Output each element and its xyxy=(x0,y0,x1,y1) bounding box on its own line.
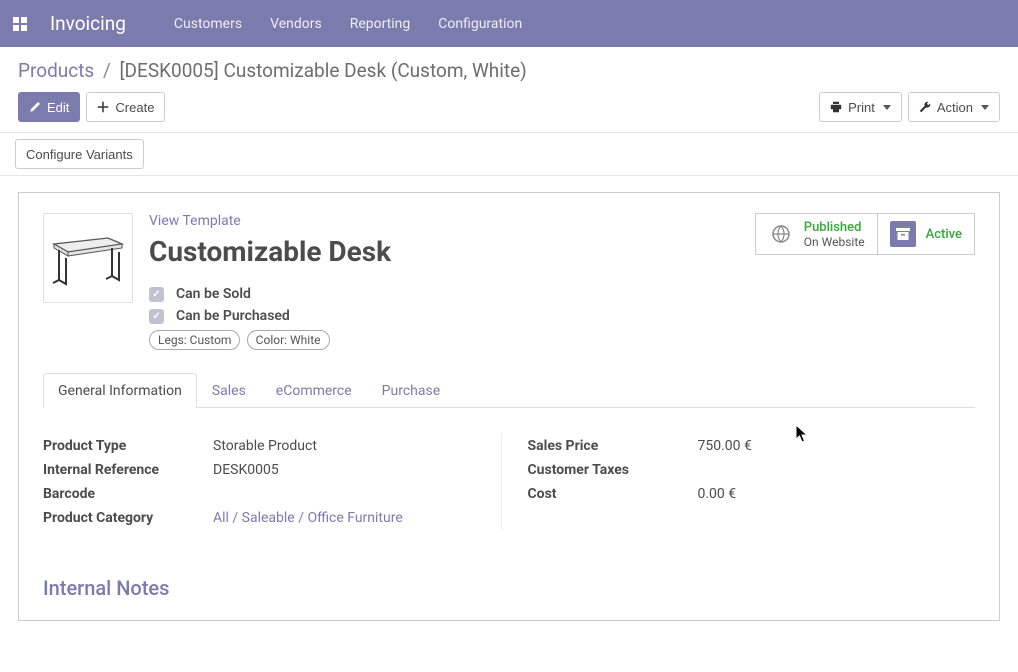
plus-icon xyxy=(97,101,109,113)
barcode-value xyxy=(213,482,491,506)
chevron-down-icon xyxy=(981,105,989,110)
category-value-link[interactable]: All / Saleable / Office Furniture xyxy=(213,510,403,526)
sales-price-label: Sales Price xyxy=(528,434,698,458)
tab-general-information[interactable]: General Information xyxy=(43,373,197,408)
checkbox-purchased[interactable]: ✓ xyxy=(149,309,164,324)
breadcrumb: Products / [DESK0005] Customizable Desk … xyxy=(18,59,1000,82)
archive-icon xyxy=(890,221,916,247)
form-sheet: View Template Customizable Desk ✓ Can be… xyxy=(18,192,1000,621)
product-tabs: General Information Sales eCommerce Purc… xyxy=(43,372,975,408)
pencil-icon xyxy=(29,101,41,113)
cost-label: Cost xyxy=(528,482,698,506)
customer-taxes-label: Customer Taxes xyxy=(528,458,698,482)
product-type-value: Storable Product xyxy=(213,434,491,458)
sales-price-value: 750.00 € xyxy=(698,434,976,458)
chevron-down-icon xyxy=(883,105,891,110)
print-label: Print xyxy=(848,100,875,115)
configure-bar: Configure Variants xyxy=(0,133,1018,176)
apps-icon[interactable] xyxy=(10,14,30,34)
breadcrumb-sep: / xyxy=(103,59,111,82)
customer-taxes-value xyxy=(698,458,976,482)
status-published-button[interactable]: Published On Website xyxy=(755,213,878,255)
breadcrumb-current: [DESK0005] Customizable Desk (Custom, Wh… xyxy=(120,59,527,82)
top-navbar: Invoicing Customers Vendors Reporting Co… xyxy=(0,0,1018,47)
cost-value: 0.00 € xyxy=(698,482,976,506)
form-viewport[interactable]: View Template Customizable Desk ✓ Can be… xyxy=(0,176,1018,672)
edit-button[interactable]: Edit xyxy=(18,92,80,122)
globe-icon xyxy=(768,221,794,247)
nav-vendors[interactable]: Vendors xyxy=(270,16,322,32)
wrench-icon xyxy=(919,101,931,113)
desk-thumbnail-icon xyxy=(48,228,128,288)
category-label: Product Category xyxy=(43,506,213,530)
variant-tag-color: Color: White xyxy=(247,330,330,350)
barcode-label: Barcode xyxy=(43,482,213,506)
tab-sales[interactable]: Sales xyxy=(197,373,261,408)
internal-ref-label: Internal Reference xyxy=(43,458,213,482)
published-label: Published xyxy=(804,220,865,235)
breadcrumb-products[interactable]: Products xyxy=(18,59,94,82)
action-label: Action xyxy=(937,100,973,115)
configure-variants-label: Configure Variants xyxy=(26,147,133,162)
configure-variants-button[interactable]: Configure Variants xyxy=(15,139,144,169)
nav-reporting[interactable]: Reporting xyxy=(350,16,411,32)
internal-notes-heading: Internal Notes xyxy=(43,576,975,600)
nav-customers[interactable]: Customers xyxy=(174,16,242,32)
app-brand[interactable]: Invoicing xyxy=(50,12,126,35)
edit-label: Edit xyxy=(47,100,69,115)
nav-configuration[interactable]: Configuration xyxy=(438,16,522,32)
product-type-label: Product Type xyxy=(43,434,213,458)
can-be-purchased-label: Can be Purchased xyxy=(176,308,290,324)
print-button[interactable]: Print xyxy=(819,92,902,122)
print-icon xyxy=(830,101,842,113)
control-bar: Products / [DESK0005] Customizable Desk … xyxy=(0,47,1018,133)
product-image[interactable] xyxy=(43,213,133,303)
status-active-button[interactable]: Active xyxy=(878,213,975,255)
on-website-label: On Website xyxy=(804,235,865,249)
checkbox-sold[interactable]: ✓ xyxy=(149,287,164,302)
create-label: Create xyxy=(115,100,154,115)
action-button[interactable]: Action xyxy=(908,92,1000,122)
create-button[interactable]: Create xyxy=(86,92,165,122)
can-be-sold-label: Can be Sold xyxy=(176,286,251,302)
variant-tag-legs: Legs: Custom xyxy=(149,330,240,350)
active-label: Active xyxy=(926,227,962,242)
tab-purchase[interactable]: Purchase xyxy=(367,373,455,408)
tab-ecommerce[interactable]: eCommerce xyxy=(261,373,367,408)
internal-ref-value: DESK0005 xyxy=(213,458,491,482)
